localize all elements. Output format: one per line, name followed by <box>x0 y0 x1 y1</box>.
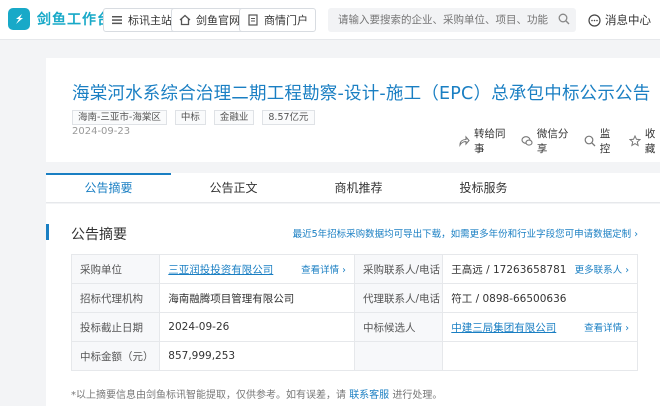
field-label: 中标金额（元） <box>70 341 161 371</box>
field-value-text: 2024-09-26 <box>168 321 230 333</box>
section-title: 公告摘要 <box>71 227 127 243</box>
field-value-link[interactable]: 中建三局集团有限公司 <box>451 322 556 334</box>
logo[interactable]: 剑鱼工作台 <box>8 8 112 30</box>
field-value: 857,999,253 <box>159 341 355 371</box>
field-label-text: 招标代理机构 <box>80 292 143 305</box>
forward-to-colleague-button[interactable]: 转给同事 <box>458 126 507 156</box>
field-value: 符工 / 0898-66500636 <box>442 283 638 313</box>
table-row: 中标金额（元） 857,999,253 <box>70 341 638 371</box>
summary-section: 公告摘要 最近5年招标采购数据均可导出下载，如需更多年份和行业字段您可申请数据定… <box>46 204 660 406</box>
action-label: 收藏 <box>644 128 656 155</box>
table-row: 采购单位 三亚润投投资有限公司 查看详情 › 采购联系人/电话 王高远 / 172636… <box>70 254 638 284</box>
type-tag: 中标 <box>174 110 206 125</box>
section-accent-bar <box>46 224 49 240</box>
field-label: 投标截止日期 <box>70 312 161 342</box>
field-value-text: 海南融腾项目管理有限公司 <box>168 292 295 305</box>
action-label: 微信分享 <box>536 128 569 155</box>
field-value: 三亚润投投资有限公司 查看详情 › <box>159 254 355 284</box>
tab-recommendations[interactable]: 商机推荐 <box>296 173 421 202</box>
notice-header-card: 海棠河水系综合治理二期工程勘察-设计-施工（EPC）总承包中标公示公告 海南-三… <box>46 58 660 162</box>
summary-table: 采购单位 三亚润投投资有限公司 查看详情 › 采购联系人/电话 王高远 / 172636… <box>70 254 638 371</box>
share-icon <box>458 135 470 147</box>
table-row: 招标代理机构 海南融腾项目管理有限公司 代理联系人/电话 符工 / 0898-6650… <box>70 283 638 313</box>
message-center-label: 消息中心 <box>605 13 651 27</box>
field-label <box>353 341 444 371</box>
field-value-text: 857,999,253 <box>168 350 236 362</box>
note-text-suffix: 进行处理。 <box>392 390 443 401</box>
favorite-button[interactable]: 收藏 <box>628 126 660 156</box>
publish-date: 2024-09-23 <box>72 126 131 137</box>
logo-mark <box>8 8 30 30</box>
field-label-text: 中标金额（元） <box>80 350 154 363</box>
tab-bid-services[interactable]: 投标服务 <box>421 173 546 202</box>
nav-biaoxun-button[interactable]: 标讯主站 <box>103 8 180 32</box>
action-label: 转给同事 <box>474 128 506 155</box>
field-value-text: 王高远 / 17263658781 <box>451 263 567 276</box>
chat-bubble-icon <box>588 13 601 27</box>
industry-tag: 金融业 <box>213 110 255 125</box>
action-label: 监控 <box>599 128 611 155</box>
table-row: 投标截止日期 2024-09-26 中标候选人 中建三局集团有限公司 查看详情 › <box>70 312 638 342</box>
monitor-icon <box>584 135 596 147</box>
top-bar: 剑鱼工作台 标讯主站 剑鱼官网 商情门户 消息中心 <box>0 0 660 40</box>
nav-official-site-button[interactable]: 剑鱼官网 <box>171 8 248 32</box>
disclaimer-note: *以上摘要信息由剑鱼标讯智能提取，仅供参考。如有误差，请 联系客服 进行处理。 <box>71 386 442 401</box>
field-value-text: 符工 / 0898-66500636 <box>451 292 567 305</box>
region-tag: 海南-三亚市-海棠区 <box>72 110 167 125</box>
tab-summary[interactable]: 公告摘要 <box>46 173 171 202</box>
field-label: 代理联系人/电话 <box>353 283 444 313</box>
wechat-icon <box>521 135 533 147</box>
field-label-text: 采购单位 <box>80 263 122 276</box>
notice-title: 海棠河水系综合治理二期工程勘察-设计-施工（EPC）总承包中标公示公告 <box>72 84 651 104</box>
data-export-link[interactable]: 最近5年招标采购数据均可导出下载，如需更多年份和行业字段您可申请数据定制 › <box>293 226 638 240</box>
nav-portal-button[interactable]: 商情门户 <box>239 8 316 32</box>
field-value: 海南融腾项目管理有限公司 <box>159 283 355 313</box>
tab-full-text[interactable]: 公告正文 <box>171 173 296 202</box>
field-value: 2024-09-26 <box>159 312 355 342</box>
field-label: 采购联系人/电话 <box>353 254 444 284</box>
note-text: *以上摘要信息由剑鱼标讯智能提取，仅供参考。如有误差，请 <box>71 390 346 401</box>
home-icon <box>179 14 191 26</box>
notice-actions: 转给同事 微信分享 监控 收藏 <box>458 126 660 156</box>
field-value-link[interactable]: 三亚润投投资有限公司 <box>168 264 273 276</box>
field-label: 采购单位 <box>70 254 161 284</box>
field-label-text: 中标候选人 <box>362 321 416 334</box>
search-input[interactable] <box>328 8 576 32</box>
star-icon <box>628 135 641 147</box>
view-details-link[interactable]: 查看详情 › <box>301 262 346 276</box>
monitor-button[interactable]: 监控 <box>584 126 615 156</box>
field-label-text: 代理联系人/电话 <box>362 292 441 305</box>
message-center-button[interactable]: 消息中心 <box>588 12 651 28</box>
field-label: 中标候选人 <box>353 312 444 342</box>
search-icon[interactable] <box>558 13 570 25</box>
notice-tabs: 公告摘要 公告正文 商机推荐 投标服务 <box>46 173 660 203</box>
nav-label: 剑鱼官网 <box>196 14 240 27</box>
more-contacts-link[interactable]: 查看详情 › <box>584 320 629 334</box>
nav-label: 标讯主站 <box>128 14 172 27</box>
wechat-share-button[interactable]: 微信分享 <box>521 126 570 156</box>
field-value: 中建三局集团有限公司 查看详情 › <box>442 312 638 342</box>
field-label-text: 投标截止日期 <box>80 321 143 334</box>
field-label-text: 采购联系人/电话 <box>362 263 441 276</box>
contact-support-link[interactable]: 联系客服 <box>349 390 389 401</box>
logo-text: 剑鱼工作台 <box>37 12 112 28</box>
more-contacts-link[interactable]: 更多联系人 › <box>575 262 629 276</box>
field-value <box>442 341 638 371</box>
field-value: 王高远 / 17263658781 更多联系人 › <box>442 254 638 284</box>
list-icon <box>111 14 123 26</box>
document-icon <box>247 14 259 26</box>
nav-label: 商情门户 <box>264 14 308 27</box>
notice-tags: 海南-三亚市-海棠区 中标 金融业 8.57亿元 <box>72 110 315 125</box>
field-label: 招标代理机构 <box>70 283 161 313</box>
amount-tag: 8.57亿元 <box>262 110 315 125</box>
